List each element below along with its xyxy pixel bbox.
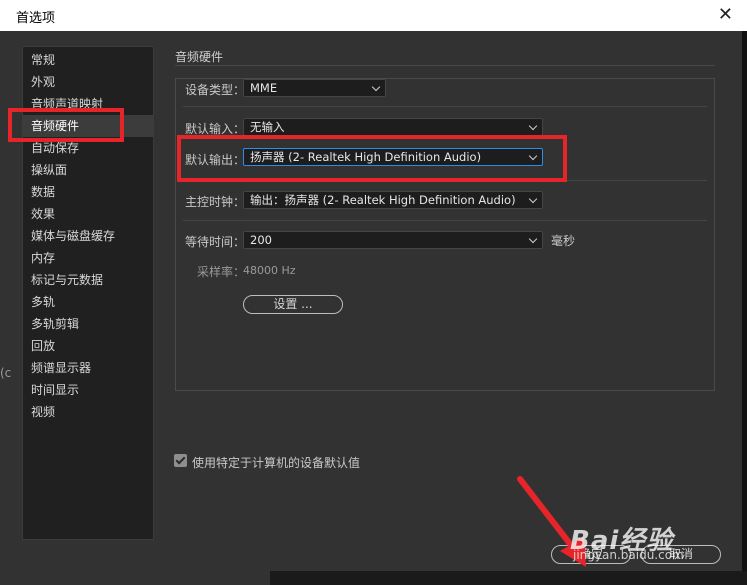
background-waveform (270, 571, 747, 585)
sample-rate-label: 采样率： (197, 265, 246, 279)
checkmark-icon (175, 454, 186, 465)
sidebar-item-markers-metadata[interactable]: 标记与元数据 (23, 269, 153, 291)
dialog-body: (c 常规 外观 音频声道映射 音频硬件 自动保存 操纵面 数据 效果 媒体与磁… (0, 31, 747, 585)
panel-title: 音频硬件 (175, 50, 224, 64)
chevron-down-icon (528, 194, 538, 204)
sample-rate-value: 48000 Hz (243, 264, 296, 277)
sidebar-item-audio-hardware[interactable]: 音频硬件 (23, 115, 153, 137)
close-icon[interactable]: ✕ (718, 4, 733, 25)
default-output-select[interactable]: 扬声器 (2- Realtek High Definition Audio) (243, 148, 543, 166)
default-input-value: 无输入 (250, 120, 285, 134)
sidebar-item-appearance[interactable]: 外观 (23, 71, 153, 93)
device-type-value: MME (250, 81, 278, 95)
default-input-label: 默认输入： (185, 122, 246, 136)
use-device-defaults-label: 使用特定于计算机的设备默认值 (192, 456, 361, 470)
use-device-defaults-checkbox[interactable] (174, 454, 187, 467)
chevron-down-icon (528, 234, 538, 244)
background-app-text: (c (0, 366, 12, 380)
sidebar-item-playback[interactable]: 回放 (23, 335, 153, 357)
group-divider (183, 220, 707, 221)
sidebar-item-video[interactable]: 视频 (23, 401, 153, 423)
panel-title-divider (175, 65, 715, 66)
chevron-down-icon (528, 151, 538, 161)
sidebar-item-audio-channel-mapping[interactable]: 音频声道映射 (23, 93, 153, 115)
latency-value: 200 (250, 233, 272, 247)
title-bar: 首选项 ✕ (0, 0, 747, 31)
latency-select[interactable]: 200 (243, 231, 543, 249)
master-clock-label: 主控时钟： (185, 195, 246, 209)
sidebar-item-data[interactable]: 数据 (23, 181, 153, 203)
sidebar-item-control-surface[interactable]: 操纵面 (23, 159, 153, 181)
default-output-label: 默认输出： (185, 153, 246, 167)
sidebar-item-memory[interactable]: 内存 (23, 247, 153, 269)
sidebar-item-multitrack-clips[interactable]: 多轨剪辑 (23, 313, 153, 335)
master-clock-select[interactable]: 输出：扬声器 (2- Realtek High Definition Audio… (243, 191, 543, 209)
chevron-down-icon (371, 82, 381, 92)
device-type-label: 设备类型： (185, 83, 246, 97)
ok-button[interactable]: 确定 (551, 545, 631, 564)
sidebar-item-time-display[interactable]: 时间显示 (23, 379, 153, 401)
sidebar-item-media-disk-cache[interactable]: 媒体与磁盘缓存 (23, 225, 153, 247)
settings-button[interactable]: 设置 ... (243, 295, 343, 314)
chevron-down-icon (528, 121, 538, 131)
default-output-value: 扬声器 (2- Realtek High Definition Audio) (250, 150, 482, 164)
master-clock-value: 输出：扬声器 (2- Realtek High Definition Audio… (250, 193, 516, 207)
latency-label: 等待时间： (185, 235, 246, 249)
group-divider (183, 106, 707, 107)
sidebar-item-auto-save[interactable]: 自动保存 (23, 137, 153, 159)
sidebar-item-general[interactable]: 常规 (23, 49, 153, 71)
preferences-sidebar: 常规 外观 音频声道映射 音频硬件 自动保存 操纵面 数据 效果 媒体与磁盘缓存… (22, 46, 154, 540)
latency-unit: 毫秒 (551, 234, 576, 248)
sidebar-item-spectral-display[interactable]: 频谱显示器 (23, 357, 153, 379)
device-type-select[interactable]: MME (243, 79, 386, 97)
sidebar-item-effects[interactable]: 效果 (23, 203, 153, 225)
group-divider (567, 180, 707, 181)
cancel-button[interactable]: 取消 (641, 545, 721, 564)
window-title: 首选项 (16, 11, 56, 26)
default-input-select[interactable]: 无输入 (243, 118, 543, 136)
sidebar-item-multitrack[interactable]: 多轨 (23, 291, 153, 313)
background-app-edge (742, 31, 747, 585)
